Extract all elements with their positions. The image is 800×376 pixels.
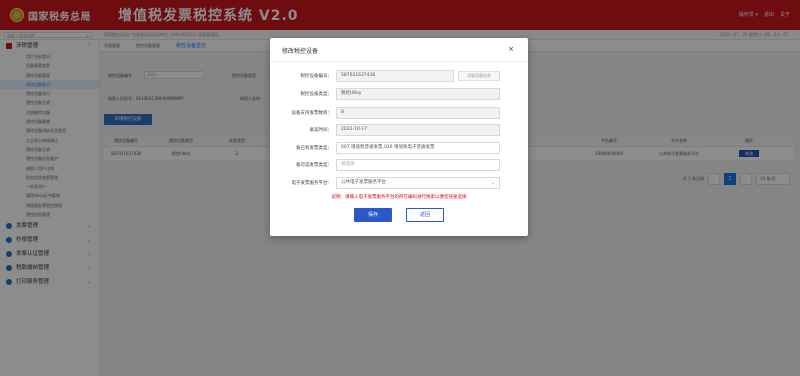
field-label: 税控设备编号： xyxy=(300,74,333,79)
device-no-field: 587021637436 xyxy=(336,70,454,82)
form-row-optional-types: 备可选发票类型： 请选择 xyxy=(270,159,528,171)
form-row-device-type: 税控设备类型： 税控UKey xyxy=(270,88,528,100)
field-label: 税控设备类型： xyxy=(300,92,333,97)
field-label: 电子发票服务平台： xyxy=(291,181,333,186)
platform-select[interactable]: 公共电子发票服务平台 ⌄ xyxy=(336,177,500,189)
form-row-invoice-count: 设备支持发票数目： 8 xyxy=(270,107,528,119)
modal-header: 修改税控设备 × xyxy=(270,38,528,62)
save-button[interactable]: 保存 xyxy=(354,208,392,222)
close-icon[interactable]: × xyxy=(508,46,514,53)
form-row-device-no: 税控设备编号： 587021637436 读取设备信息 xyxy=(270,70,528,82)
field-label: 备已有发票类型： xyxy=(296,146,332,151)
form-row-register-time: 备案时间： 2022-10-17 xyxy=(270,124,528,136)
read-device-button[interactable]: 读取设备信息 xyxy=(458,71,500,81)
register-time-field: 2022-10-17 xyxy=(336,124,500,136)
platform-note: 说明：请输入电子发票服务平台的所在编码进行搜索以便您快速选择 xyxy=(331,195,467,200)
form-row-platform: 电子发票服务平台： 公共电子发票服务平台 ⌄ xyxy=(270,177,528,189)
field-label: 备可选发票类型： xyxy=(296,163,332,168)
field-label: 设备支持发票数目： xyxy=(291,111,333,116)
existing-invoice-types-field[interactable]: 007 增值税普通发票,026 增值税电子普通发票 xyxy=(336,142,500,154)
platform-value: 公共电子发票服务平台 xyxy=(341,180,386,185)
modal-title: 修改税控设备 xyxy=(282,48,319,55)
device-type-field: 税控UKey xyxy=(336,88,500,100)
invoice-count-field: 8 xyxy=(336,107,500,119)
chevron-down-icon: ⌄ xyxy=(490,180,495,186)
field-label: 备案时间： xyxy=(309,128,333,133)
cancel-button[interactable]: 返回 xyxy=(406,208,444,222)
form-row-existing-types: 备已有发票类型： 007 增值税普通发票,026 增值税电子普通发票 xyxy=(270,142,528,154)
edit-device-modal: 修改税控设备 × 税控设备编号： 587021637436 读取设备信息 税控设… xyxy=(270,38,528,236)
optional-invoice-types-select[interactable]: 请选择 xyxy=(336,159,500,171)
